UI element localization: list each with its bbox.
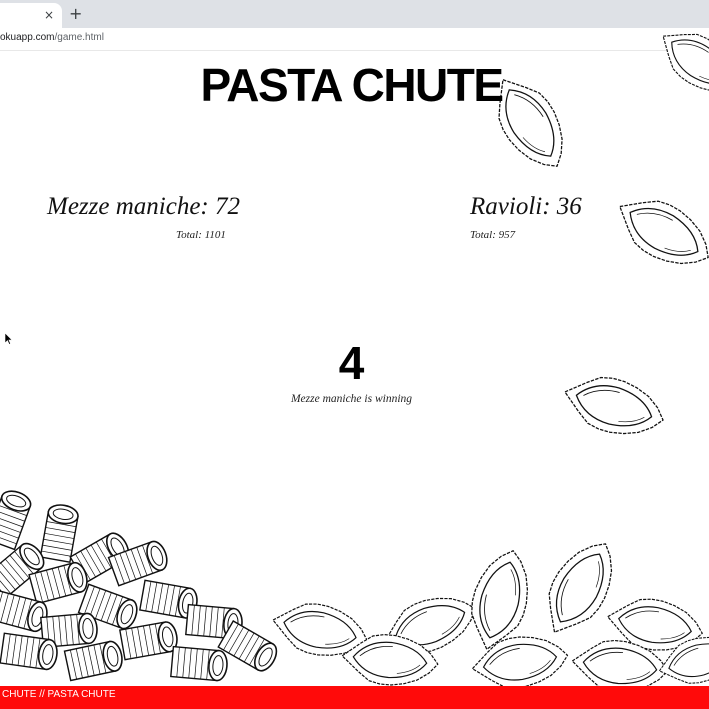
ticker-bar: CHUTE // PASTA CHUTE: [0, 686, 709, 709]
ravioli-icon: [531, 530, 629, 646]
mezze-maniche-pasta-icon: [39, 502, 81, 563]
game-title: PASTA CHUTE: [200, 59, 504, 111]
team-score-ravioli: Ravioli: 36: [470, 193, 582, 220]
mezze-maniche-pasta-icon: [0, 486, 35, 551]
ravioli-pile: [267, 530, 709, 697]
ravioli-icon: [606, 183, 709, 281]
winning-status: Mezze maniche is winning: [290, 393, 413, 405]
mezze-maniche-pasta-icon: [63, 638, 126, 682]
team-total-mezze-maniche: Total: 1101: [176, 229, 226, 241]
team-total-ravioli: Total: 957: [470, 229, 516, 241]
mezze-maniche-pasta-icon: [169, 645, 230, 683]
countdown-number: 4: [338, 337, 365, 389]
mouse-pointer-icon: [5, 333, 13, 345]
team-score-mezze-maniche: Mezze maniche: 72: [47, 193, 240, 220]
ticker-text: CHUTE // PASTA CHUTE: [2, 689, 116, 700]
mezze-maniche-pile: [0, 486, 282, 683]
